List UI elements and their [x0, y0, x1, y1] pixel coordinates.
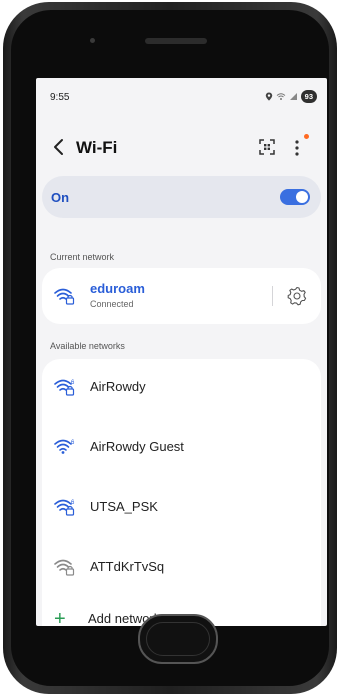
toggle-knob	[296, 191, 308, 203]
wifi-toggle-switch[interactable]	[280, 189, 310, 205]
wifi-lock-icon: 6	[54, 499, 75, 516]
gear-icon[interactable]	[286, 285, 308, 307]
divider	[272, 286, 273, 306]
wifi-signal-icon	[276, 93, 285, 100]
current-network-header: Current network	[50, 252, 115, 262]
home-button-inner	[146, 622, 210, 656]
status-bar: 9:55 93	[36, 78, 327, 116]
screen: 9:55 93 Wi-Fi On Current network eduroam…	[36, 78, 327, 626]
network-row-airrowdy-guest[interactable]: 6 AirRowdy Guest	[42, 419, 321, 475]
status-icons: 93	[265, 90, 317, 103]
network-row-attdkrtvsq[interactable]: ATTdKrTvSq	[42, 539, 321, 595]
svg-text:6: 6	[71, 380, 75, 386]
network-row-airrowdy[interactable]: 6 AirRowdy	[42, 359, 321, 415]
earpiece-speaker	[145, 38, 207, 44]
wifi-toggle-row[interactable]: On	[42, 176, 321, 218]
network-name: UTSA_PSK	[90, 499, 158, 514]
network-name: AirRowdy	[90, 379, 146, 394]
network-name: ATTdKrTvSq	[90, 559, 165, 574]
current-network-card[interactable]: eduroam Connected	[42, 268, 321, 324]
wifi-lock-icon: 6	[54, 379, 75, 396]
plus-icon: +	[54, 608, 66, 626]
home-button[interactable]	[138, 614, 218, 664]
location-icon	[265, 92, 272, 101]
front-camera	[90, 38, 95, 43]
page-title: Wi-Fi	[76, 138, 118, 157]
wifi-toggle-label: On	[51, 190, 70, 205]
available-networks-header: Available networks	[50, 341, 125, 351]
back-icon[interactable]	[50, 136, 68, 158]
qr-scan-icon[interactable]	[257, 137, 277, 157]
network-name: AirRowdy Guest	[90, 439, 184, 454]
network-row-utsa-psk[interactable]: 6 UTSA_PSK	[42, 479, 321, 535]
wifi-icon: 6	[54, 439, 75, 454]
current-network-name: eduroam	[90, 281, 145, 296]
current-network-status: Connected	[90, 299, 134, 309]
available-networks-list: 6 AirRowdy 6 AirRowdy Guest 6 UTSA_PSK A…	[42, 359, 321, 626]
svg-text:6: 6	[71, 440, 75, 446]
app-header: Wi-Fi	[36, 130, 327, 170]
more-vert-icon[interactable]	[291, 137, 303, 159]
notification-dot	[304, 134, 309, 139]
battery-badge: 93	[300, 90, 317, 103]
wifi-lock-icon	[54, 559, 75, 576]
cell-signal-icon	[289, 93, 297, 100]
svg-text:6: 6	[71, 500, 75, 506]
wifi-lock-icon	[54, 288, 75, 305]
status-time: 9:55	[50, 92, 70, 103]
